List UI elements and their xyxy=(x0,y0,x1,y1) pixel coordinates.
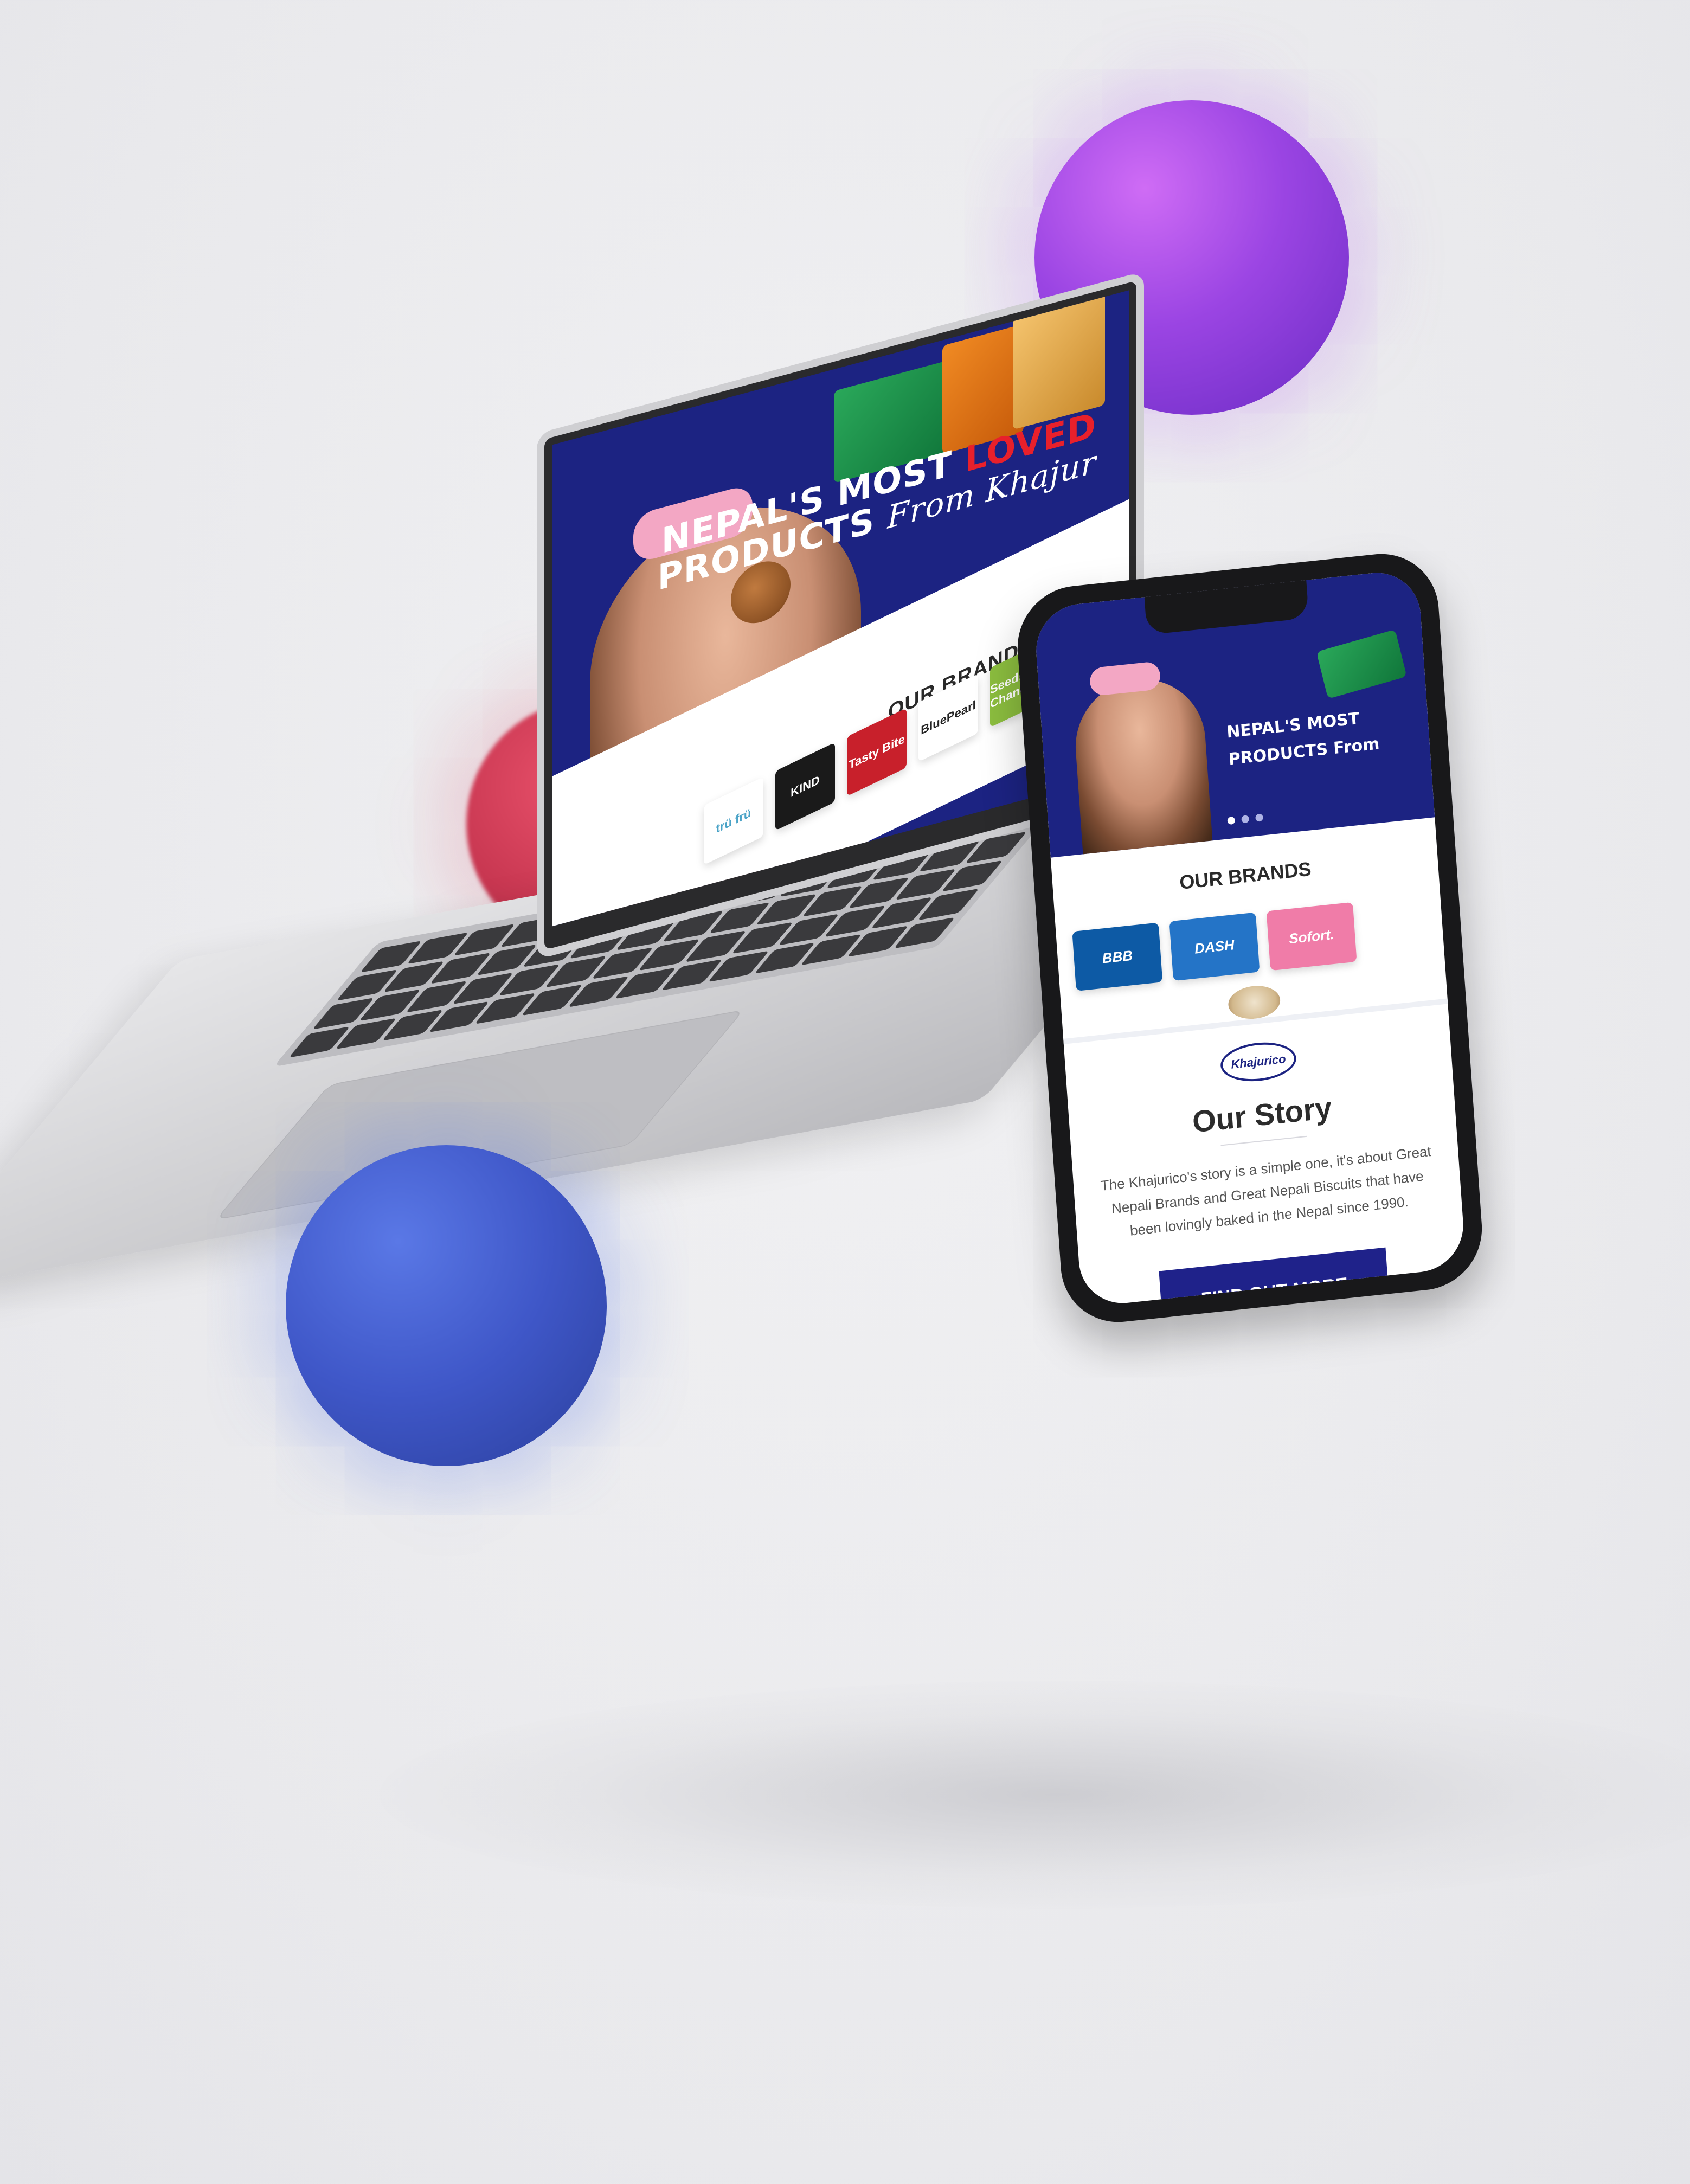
floor-shadow xyxy=(380,1681,1690,1909)
carousel-dot[interactable] xyxy=(1241,815,1250,824)
phone-device: NEPAL'S MOST PRODUCTS From OUR BRANDS BB… xyxy=(1013,548,1486,1328)
hero-headline: NEPAL'S MOST PRODUCTS From xyxy=(1226,709,1380,769)
carousel-dot[interactable] xyxy=(1255,813,1264,822)
blue-sphere xyxy=(286,1145,607,1466)
brand-carousel: BBB DASH Sofort. xyxy=(1072,902,1357,991)
khajurico-logo: Khajurico xyxy=(1219,1039,1298,1085)
story-text: The Khajurico's story is a simple one, i… xyxy=(1100,1142,1432,1239)
brand-tile[interactable]: DASH xyxy=(1169,912,1260,981)
hero-girl-image xyxy=(1071,673,1213,855)
phone-website: NEPAL'S MOST PRODUCTS From OUR BRANDS BB… xyxy=(1033,568,1467,1308)
brand-tile[interactable]: BBB xyxy=(1072,922,1163,991)
carousel-dots[interactable] xyxy=(1227,813,1264,825)
cookie-icon xyxy=(1227,983,1282,1022)
brands-title: OUR BRANDS xyxy=(1179,857,1312,894)
story-underline xyxy=(1220,1135,1307,1146)
brand-tile[interactable]: Sofort. xyxy=(1266,902,1357,971)
carousel-dot[interactable] xyxy=(1227,816,1236,825)
daily-xpress-pack xyxy=(1316,629,1407,699)
